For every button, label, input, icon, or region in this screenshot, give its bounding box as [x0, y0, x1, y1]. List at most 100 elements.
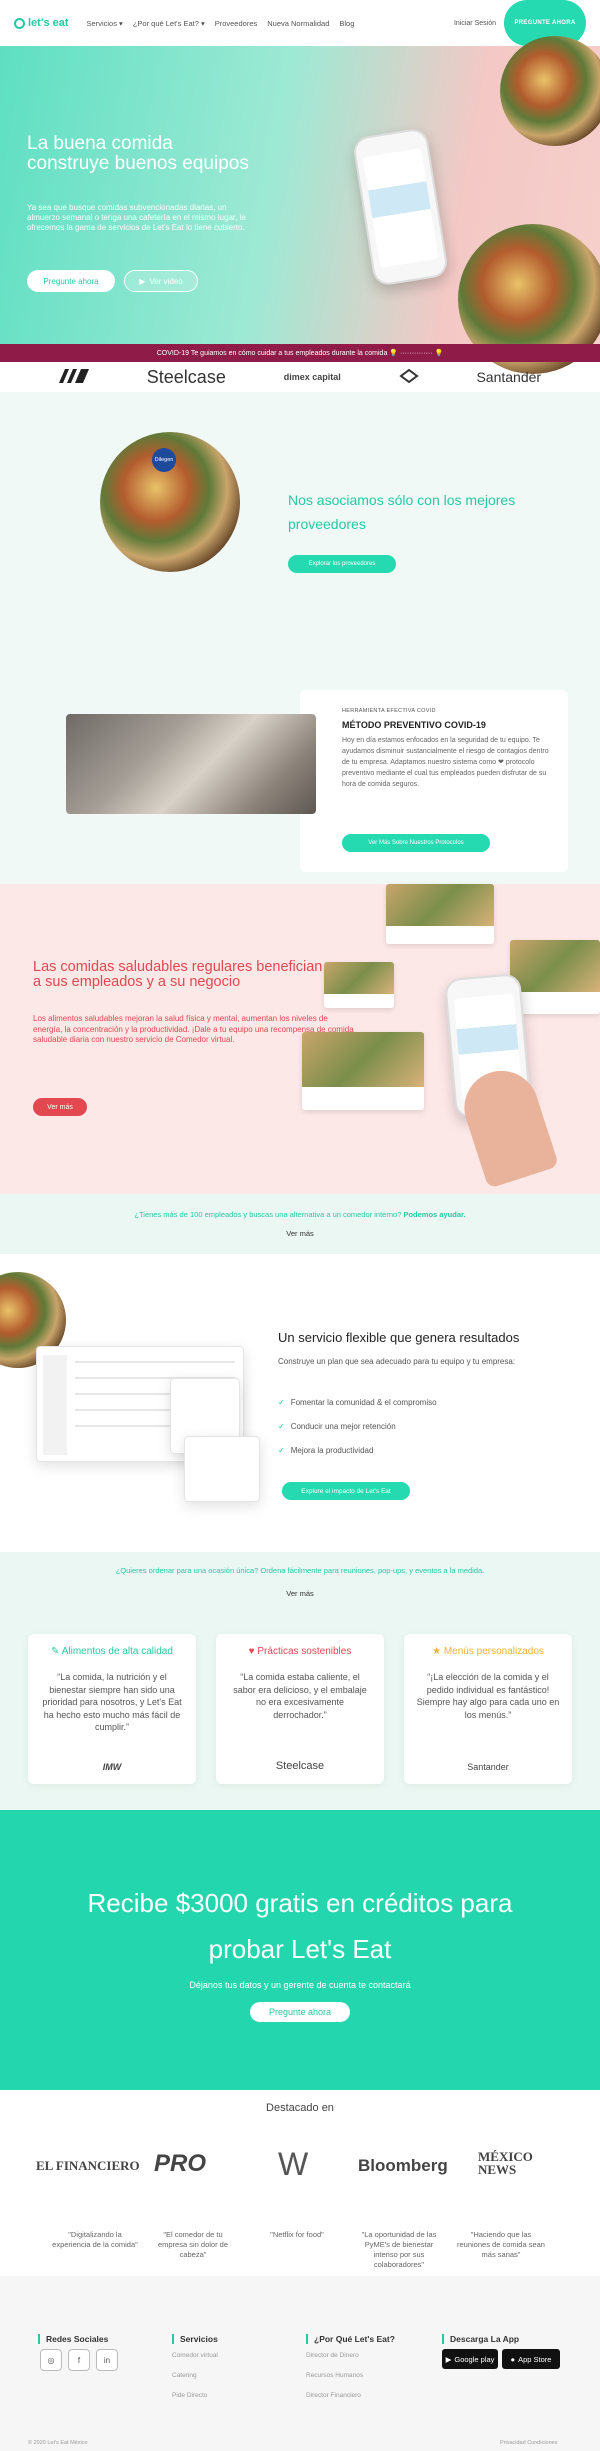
- linkedin-icon[interactable]: in: [96, 2349, 118, 2371]
- large-company-more-link[interactable]: Ver más: [0, 1229, 600, 1238]
- google-play-icon: ▶: [445, 2354, 452, 2364]
- explore-impact-button[interactable]: Explore el impacto de Let's Eat: [282, 1482, 410, 1500]
- single-occasion-band: ¿Quieres ordenar para una ocasión única?…: [0, 1552, 600, 1618]
- phone-mockup: [351, 127, 450, 287]
- hero-section: La buena comida construye buenos equipos…: [0, 36, 600, 374]
- meal-card: [510, 940, 600, 1014]
- benefit-item: ✓ Mejora la productividad: [278, 1446, 374, 1455]
- testimonial-card: ♥ Prácticas sostenibles “La comida estab…: [216, 1634, 384, 1784]
- testimonial-title: ♥ Prácticas sostenibles: [248, 1646, 352, 1657]
- nav-link-nueva-normalidad[interactable]: Nueva Normalidad: [267, 19, 329, 28]
- leaf-icon: ✎: [51, 1646, 60, 1657]
- footer-link[interactable]: Recursos Humanos: [306, 2372, 363, 2379]
- covid-protocols-button[interactable]: Ver Más Sobre Nuestros Protocolos: [342, 834, 490, 852]
- logo-icon: [14, 17, 25, 29]
- testimonial-card: ✎ Alimentos de alta calidad “La comida, …: [28, 1634, 196, 1784]
- footer-link[interactable]: Pide Directo: [172, 2392, 207, 2399]
- footer-link[interactable]: Director de Dinero: [306, 2352, 359, 2359]
- hero-video-label: Ver video: [149, 276, 183, 286]
- food-bowl-image: [500, 36, 600, 146]
- logo[interactable]: let's eat: [14, 17, 69, 29]
- footer-link[interactable]: Director Financiero: [306, 2392, 361, 2399]
- large-company-band: ¿Tienes más de 100 empleados y buscas un…: [0, 1194, 600, 1254]
- hero-ask-button[interactable]: Pregunte ahora: [27, 270, 115, 292]
- footer-services-title: Servicios: [172, 2334, 218, 2344]
- top-navigation: let's eat Servicios ▾ ¿Por qué Let's Eat…: [0, 0, 600, 46]
- partners-title: Nos asociamos sólo con los mejores prove…: [288, 492, 516, 532]
- pro-logo: PRO: [154, 2150, 207, 2177]
- dimex-logo: dimex capital: [283, 372, 341, 382]
- star-icon: ★: [432, 1646, 442, 1657]
- credits-title: Recibe $3000 gratis en créditos para pro…: [87, 1888, 513, 1964]
- check-icon: ✓: [278, 1446, 285, 1455]
- mexico-news-logo: MÉXICO NEWS: [478, 2149, 533, 2177]
- footer-why-title: ¿Por Qué Let's Eat?: [306, 2334, 395, 2344]
- nav-link-servicios[interactable]: Servicios ▾: [87, 19, 123, 28]
- credits-section: Recibe $3000 gratis en créditos para pro…: [0, 1810, 600, 2090]
- check-icon: ✓: [278, 1398, 285, 1407]
- bloomberg-logo: Bloomberg: [358, 2156, 448, 2175]
- press-quote: "Digitalizando la experiencia de la comi…: [52, 2230, 138, 2249]
- meal-card: [302, 1032, 424, 1110]
- explore-providers-button[interactable]: Explorar los proveedores: [288, 555, 396, 573]
- hero-title: La buena comida construye buenos equipos: [27, 133, 249, 174]
- el-financiero-logo: EL FINANCIERO: [36, 2158, 140, 2173]
- meal-card: [386, 884, 494, 944]
- footer-link[interactable]: Catering: [172, 2372, 197, 2379]
- press-quote: "Netflix for food": [270, 2230, 324, 2239]
- flexible-body: Construye un plan que sea adecuado para …: [278, 1357, 516, 1366]
- receipt-mockup: [184, 1436, 260, 1502]
- covid-body: Hoy en día estamos enfocados en la segur…: [342, 737, 549, 788]
- benefit-item: ✓ Conducir una mejor retención: [278, 1422, 396, 1431]
- w-logo: W: [278, 2146, 309, 2182]
- hero-subtitle: Ya sea que busque comidas subvencionadas…: [27, 203, 246, 232]
- check-icon: ✓: [278, 1422, 285, 1431]
- press-quote: "Haciendo que las reuniones de comida se…: [457, 2230, 545, 2259]
- large-company-strong: Podemos ayudar.: [403, 1210, 466, 1219]
- partners-section: Dilegen Nos asociamos sólo con los mejor…: [0, 392, 600, 682]
- credits-subtitle: Déjanos tus datos y un gerente de cuenta…: [189, 1980, 411, 1990]
- nav-link-blog[interactable]: Blog: [339, 19, 354, 28]
- copyright: © 2020 Let's Eat México: [28, 2440, 88, 2446]
- press-quote: "El comedor de tu empresa sin dolor de c…: [157, 2230, 229, 2259]
- santander-logo: Santander: [467, 1762, 509, 1772]
- single-occasion-more-link[interactable]: Ver más: [0, 1589, 600, 1598]
- app-store-button[interactable]: ● App Store: [502, 2349, 560, 2369]
- covid-kicker: HERRAMIENTA EFECTIVA COVID: [342, 708, 436, 714]
- press-title: Destacado en: [266, 2102, 334, 2114]
- healthy-more-button[interactable]: Ver más: [33, 1098, 87, 1116]
- testimonial-title: ★ Menús personalizados: [432, 1646, 544, 1657]
- covid-title: MÉTODO PREVENTIVO COVID-19: [342, 720, 486, 730]
- credits-ask-button[interactable]: Pregunte ahora: [250, 2002, 350, 2022]
- facebook-icon[interactable]: f: [68, 2349, 90, 2371]
- nav-link-por-que[interactable]: ¿Por qué Let's Eat? ▾: [133, 19, 205, 28]
- gs-continental-logo: [398, 368, 419, 386]
- team-lunch-photo: [66, 714, 316, 814]
- santander-logo: Santander: [476, 369, 542, 385]
- covid-banner[interactable]: COVID-19 Te guiamos en cómo cuidar a tus…: [0, 344, 600, 362]
- privacy-links[interactable]: Privacidad Condiciones: [500, 2440, 557, 2446]
- client-logos: Steelcase dimex capital Santander: [0, 362, 600, 392]
- meal-card: [324, 962, 394, 1008]
- google-play-button[interactable]: ▶ Google play: [442, 2349, 498, 2369]
- flexible-title: Un servicio flexible que genera resultad…: [278, 1330, 520, 1345]
- testimonial-title: ✎ Alimentos de alta calidad: [51, 1646, 173, 1657]
- testimonial-card: ★ Menús personalizados “¡La elección de …: [404, 1634, 572, 1784]
- nav-links: Servicios ▾ ¿Por qué Let's Eat? ▾ Provee…: [87, 19, 355, 28]
- testimonial-quote: “La comida, la nutrición y el bienestar …: [42, 1672, 182, 1732]
- large-company-text: ¿Tienes más de 100 empleados y buscas un…: [134, 1210, 402, 1219]
- apple-icon: ●: [510, 2354, 516, 2364]
- healthy-title: Las comidas saludables regulares benefic…: [33, 959, 323, 990]
- imw-logo-mark: [58, 368, 89, 383]
- instagram-icon[interactable]: ◎: [40, 2349, 62, 2371]
- testimonial-quote: “¡La elección de la comida y el pedido i…: [416, 1672, 560, 1720]
- benefit-item: ✓ Fomentar la comunidad & el compromiso: [278, 1398, 437, 1407]
- covid-method-section: HERRAMIENTA EFECTIVA COVID MÉTODO PREVEN…: [0, 682, 600, 884]
- hero-video-button[interactable]: ▶ Ver video: [124, 270, 198, 292]
- signin-link[interactable]: Iniciar Sesión: [454, 20, 496, 27]
- provider-tag: Dilegen: [152, 448, 176, 472]
- imw-logo: IMW: [102, 1762, 122, 1772]
- footer-link[interactable]: Comedor virtual: [172, 2352, 218, 2359]
- nav-link-proveedores[interactable]: Proveedores: [215, 19, 258, 28]
- single-occasion-text: ¿Quieres ordenar para una ocasión única?…: [115, 1566, 485, 1575]
